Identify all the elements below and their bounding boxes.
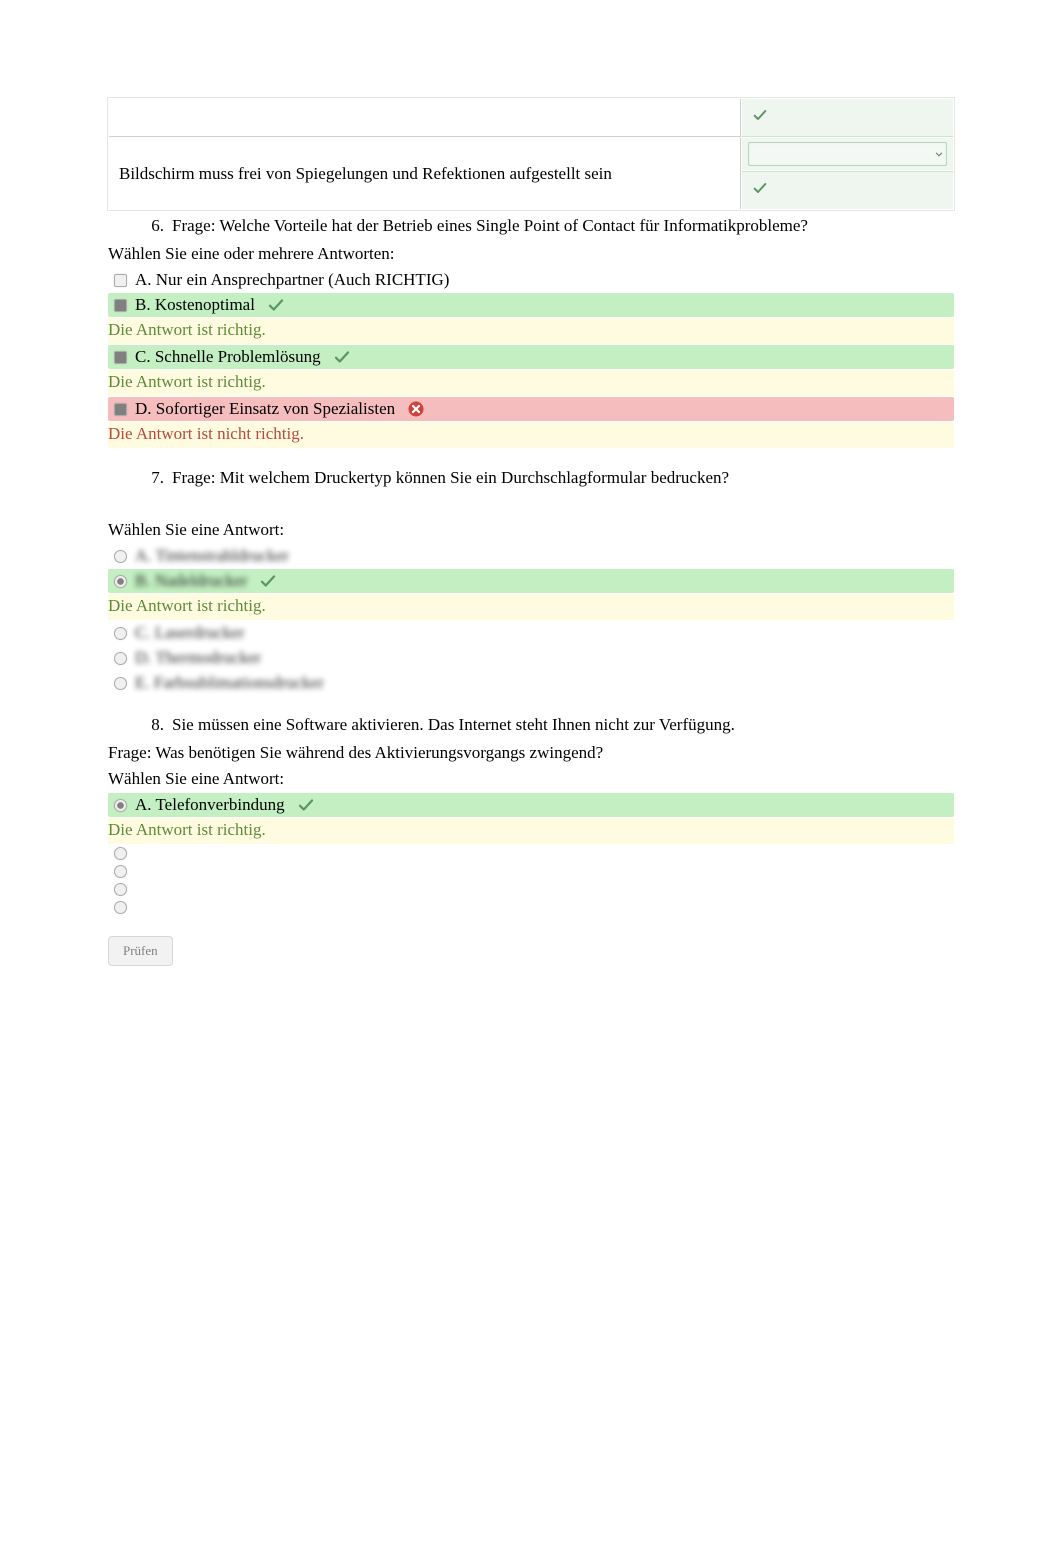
match-right-cell <box>742 99 953 137</box>
check-icon <box>297 796 315 814</box>
question-block: 6. Frage: Welche Vorteile hat der Betrieb… <box>108 216 954 448</box>
answer-radio[interactable] <box>114 575 127 588</box>
check-icon <box>259 572 277 590</box>
answer-checkbox[interactable] <box>114 299 127 312</box>
answer-radio[interactable] <box>114 799 127 812</box>
answer-radio[interactable] <box>114 627 127 640</box>
answer-row: C. Laserdrucker <box>108 621 954 645</box>
answer-row: D. Sofortiger Einsatz von Spezialisten <box>108 397 954 421</box>
select-instruction: Wählen Sie eine oder mehrere Antworten: <box>108 244 954 264</box>
answer-row: D. Thermodrucker <box>108 646 954 670</box>
answer-label: E. Farbsublimationsdrucker <box>135 673 324 693</box>
answer-radio[interactable] <box>114 677 127 690</box>
answer-label: D. Thermodrucker <box>135 648 261 668</box>
answer-label: A. Tintenstrahldrucker <box>135 546 289 566</box>
answer-row: C. Schnelle Problemlösung <box>108 345 954 369</box>
answer-radio[interactable] <box>114 652 127 665</box>
match-table: Bildschirm muss frei von Spiegelungen un… <box>108 98 954 210</box>
answer-checkbox[interactable] <box>114 274 127 287</box>
answer-label: C. Schnelle Problemlösung <box>135 347 321 367</box>
question-number: 7. <box>136 468 164 488</box>
answer-row: A. Nur ein Ansprechpartner (Auch RICHTIG… <box>108 268 954 292</box>
answer-label: A. Telefonverbindung <box>135 795 285 815</box>
match-left-cell <box>109 99 741 137</box>
question-block: 8. Sie müssen eine Software aktivieren. D… <box>108 715 954 916</box>
answer-radio[interactable] <box>114 550 127 563</box>
answer-row: B. Nadeldrucker <box>108 569 954 593</box>
answer-row: A. Tintenstrahldrucker <box>108 544 954 568</box>
check-icon <box>333 348 351 366</box>
check-icon <box>752 107 943 128</box>
answer-label: A. Nur ein Ansprechpartner (Auch RICHTIG… <box>135 270 449 290</box>
match-select[interactable] <box>748 142 947 166</box>
answer-radio[interactable] <box>114 901 127 914</box>
check-icon <box>752 180 943 201</box>
answer-checkbox[interactable] <box>114 403 127 416</box>
answer-feedback: Die Antwort ist richtig. <box>108 370 954 396</box>
answer-checkbox[interactable] <box>114 351 127 364</box>
answer-radio[interactable] <box>114 883 127 896</box>
match-right-cell <box>742 171 953 209</box>
select-instruction: Wählen Sie eine Antwort: <box>108 520 954 540</box>
question-text: Frage: Welche Vorteile hat der Betrieb e… <box>172 216 954 236</box>
answer-label: D. Sofortiger Einsatz von Spezialisten <box>135 399 395 419</box>
question-text: Frage: Mit welchem Druckertyp können Sie… <box>172 468 954 488</box>
question-text: Frage: Was benötigen Sie während des Akt… <box>108 743 954 763</box>
answer-feedback: Die Antwort ist nicht richtig. <box>108 422 954 448</box>
question-intro: Sie müssen eine Software aktivieren. Das… <box>172 715 954 735</box>
answer-label: C. Laserdrucker <box>135 623 245 643</box>
answer-row <box>108 845 954 862</box>
answer-radio[interactable] <box>114 865 127 878</box>
match-right-select-cell[interactable] <box>742 138 953 170</box>
answer-row <box>108 863 954 880</box>
answer-row <box>108 899 954 916</box>
answer-feedback: Die Antwort ist richtig. <box>108 318 954 344</box>
cross-icon <box>407 400 425 418</box>
answer-label: B. Kostenoptimal <box>135 295 255 315</box>
answer-row: B. Kostenoptimal <box>108 293 954 317</box>
answer-feedback: Die Antwort ist richtig. <box>108 594 954 620</box>
answer-row <box>108 881 954 898</box>
answer-feedback: Die Antwort ist richtig. <box>108 818 954 844</box>
answer-row: A. Telefonverbindung <box>108 793 954 817</box>
answer-label: B. Nadeldrucker <box>135 571 247 591</box>
chevron-down-icon <box>932 147 946 161</box>
question-number: 6. <box>136 216 164 236</box>
check-button[interactable]: Prüfen <box>108 936 173 966</box>
answer-row: E. Farbsublimationsdrucker <box>108 671 954 695</box>
select-instruction: Wählen Sie eine Antwort: <box>108 769 954 789</box>
answer-radio[interactable] <box>114 847 127 860</box>
check-icon <box>267 296 285 314</box>
match-left-cell: Bildschirm muss frei von Spiegelungen un… <box>109 138 741 209</box>
question-block: 7. Frage: Mit welchem Druckertyp können S… <box>108 468 954 695</box>
question-number: 8. <box>136 715 164 735</box>
